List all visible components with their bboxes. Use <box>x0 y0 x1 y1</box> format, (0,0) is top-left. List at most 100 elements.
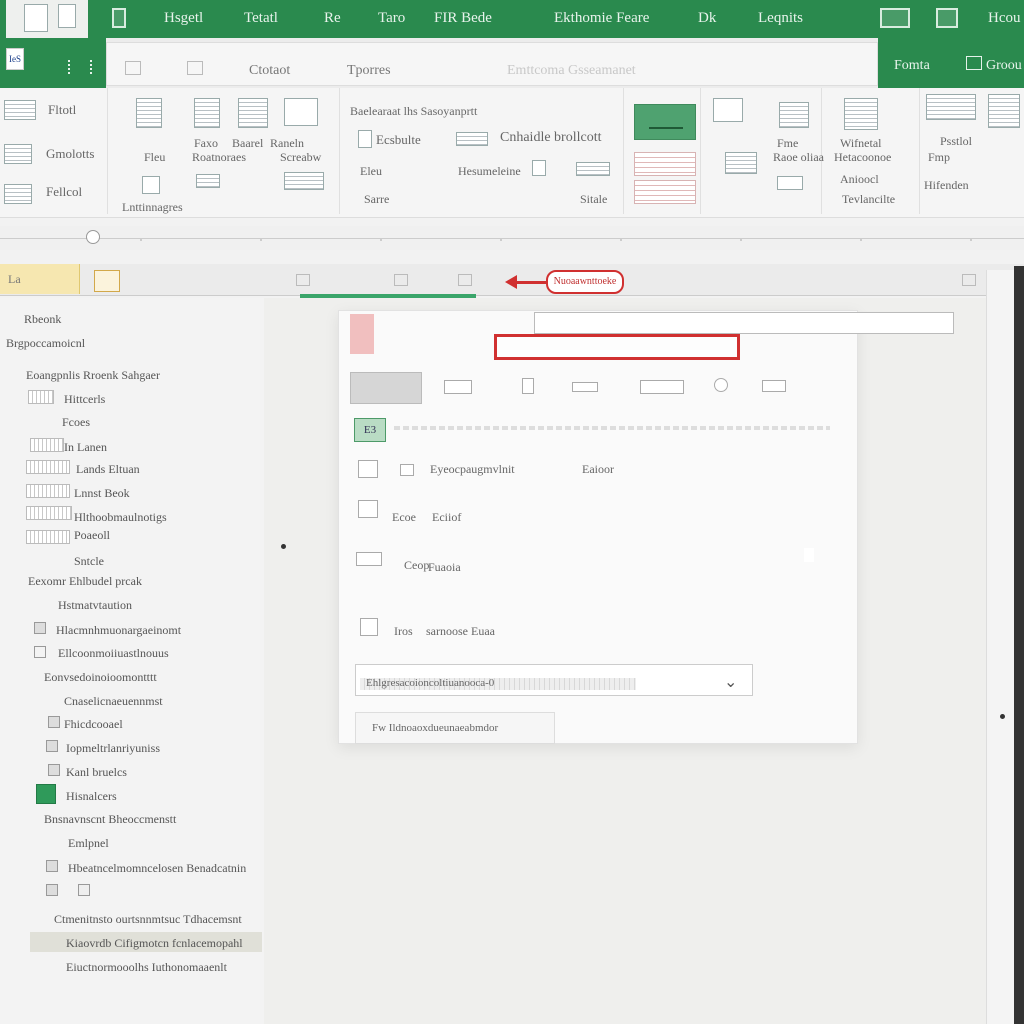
format-cells-icon[interactable] <box>779 102 809 128</box>
tab-data[interactable]: Taro <box>378 10 405 27</box>
list-item[interactable]: Emlpnel <box>68 836 109 851</box>
cells-label-b[interactable]: Raoe oliaa <box>773 150 824 165</box>
option-label[interactable]: sarnoose Euaa <box>426 624 495 639</box>
list-item[interactable]: In Lanen <box>64 440 107 455</box>
sparkline-icon[interactable] <box>196 174 220 188</box>
editing-label-a[interactable]: Wifnetal <box>840 136 882 151</box>
list-item-selected[interactable]: Kiaovrdb Cifigmotcn fcnlacemopahl <box>66 936 243 951</box>
table-icon[interactable] <box>966 56 982 70</box>
border-label[interactable]: Sarre <box>364 192 389 207</box>
bold-icon[interactable] <box>358 130 372 148</box>
ribbon-label-a[interactable]: Faxo <box>194 136 218 151</box>
tab-tools[interactable]: Tetatl <box>244 10 278 27</box>
list-item[interactable]: Fcoes <box>62 415 90 430</box>
list-item[interactable]: Hbeatncelmomncelosen Benadcatnin <box>68 861 246 876</box>
option-label[interactable]: Ceop <box>404 558 429 573</box>
insert-cells-icon[interactable] <box>713 98 743 122</box>
name-box[interactable]: La <box>0 264 80 294</box>
toolbar-icon[interactable] <box>640 380 684 394</box>
right-scroll-strip[interactable] <box>986 270 1014 1024</box>
option-icon[interactable] <box>400 464 414 476</box>
list-item[interactable]: Ellcoonmoiiuastlnouus <box>58 646 169 661</box>
filter-icon[interactable] <box>284 172 324 190</box>
save-icon[interactable] <box>112 8 126 28</box>
list-item[interactable]: Lnnst Beok <box>74 486 130 501</box>
formatting-label[interactable]: Emttcoma Gsseamanet <box>507 63 636 79</box>
font-size-label[interactable]: Eleu <box>360 164 382 179</box>
file-label-box[interactable]: IeS <box>6 48 24 70</box>
expand-icon[interactable] <box>962 274 976 286</box>
tab-home[interactable]: Hcou <box>988 10 1021 27</box>
dropdown-icon[interactable]: ⌄ <box>724 672 737 692</box>
tab-view[interactable]: Dk <box>698 10 716 27</box>
delete-cells-icon[interactable] <box>725 152 757 174</box>
list-item[interactable]: Hisnalcers <box>66 789 117 804</box>
list-item[interactable]: Hlacmnhmuonargaeinomt <box>56 623 181 638</box>
list-item[interactable]: Eexomr Ehlbudel prcak <box>28 574 142 589</box>
list-item[interactable]: Cnaselicnaeuennmst <box>64 694 163 709</box>
option-label[interactable]: Eciiof <box>432 510 461 525</box>
preview-box[interactable] <box>350 372 422 404</box>
editing-label-d[interactable]: Tevlancilte <box>842 192 895 207</box>
list-item[interactable]: Kanl bruelcs <box>66 765 127 780</box>
function-icon[interactable] <box>458 274 472 286</box>
table-style-label[interactable]: Gmolotts <box>46 146 94 162</box>
list-item[interactable]: Eonvsedoinoioomontttt <box>44 670 157 685</box>
list-item[interactable]: Ctmenitnsto ourtsnnmtsuc Tdhacemsnt <box>54 912 242 927</box>
option-icon[interactable] <box>358 460 378 478</box>
cancel-icon[interactable] <box>296 274 310 286</box>
format-table-style[interactable] <box>634 152 696 176</box>
ribbon-label-b[interactable]: Baarel <box>232 136 263 151</box>
selected-option-box[interactable]: E3 <box>354 418 386 442</box>
toolbar-icon[interactable] <box>522 378 534 394</box>
table-icon[interactable] <box>194 98 220 128</box>
tab-formulas[interactable]: Ekthomie Feare <box>554 10 649 27</box>
option-label[interactable]: Iros <box>394 624 413 639</box>
shape-icon[interactable] <box>284 98 318 126</box>
editing-label-c[interactable]: Anioocl <box>840 172 879 187</box>
copy-icon[interactable] <box>187 61 203 75</box>
fill-label[interactable]: Sitale <box>580 192 607 207</box>
format-tab[interactable]: Fomta <box>894 58 930 74</box>
insights-icon[interactable] <box>988 94 1020 128</box>
cells-label-a[interactable]: Fme <box>777 136 798 151</box>
group-tab[interactable]: Groou <box>986 58 1022 74</box>
cell-style-label[interactable]: Fellcol <box>46 184 82 200</box>
list-item[interactable]: Fhicdcooael <box>64 717 123 732</box>
analyze-icon[interactable] <box>926 94 976 120</box>
slider-knob[interactable] <box>86 230 100 244</box>
editing-label-b[interactable]: Hetacoonoe <box>834 150 891 165</box>
shapes-label[interactable]: Tporres <box>347 63 391 79</box>
option-icon[interactable] <box>356 552 382 566</box>
expand-icon[interactable] <box>30 598 42 610</box>
option-label[interactable]: Ecoe <box>392 510 416 525</box>
list-item[interactable]: Iopmeltrlanriyuniss <box>66 741 160 756</box>
toolbar-icon[interactable] <box>762 380 786 392</box>
toolbar-icon[interactable] <box>572 382 598 392</box>
tab-file-mode[interactable]: FIR Bede <box>434 10 492 27</box>
ribbon-label-e[interactable]: Roatnoraes <box>192 150 246 165</box>
table-style-icon[interactable] <box>4 144 32 164</box>
list-item[interactable]: Lands Eltuan <box>76 462 140 477</box>
border-icon[interactable] <box>576 162 610 176</box>
list-item[interactable]: Hstmatvtaution <box>58 598 132 613</box>
option-icon[interactable] <box>358 500 378 518</box>
content-label[interactable]: Ctotaot <box>249 63 290 79</box>
analyze-label-c[interactable]: Hifenden <box>924 178 969 193</box>
list-item[interactable]: Bnsnavnscnt Bheoccmenstt <box>44 812 176 827</box>
font-name[interactable]: Ecsbulte <box>376 132 421 148</box>
list-item[interactable]: Poaeoll <box>74 528 110 543</box>
ribbon-label-d[interactable]: Fleu <box>144 150 165 165</box>
ribbon-label-f[interactable]: Screabw <box>280 150 321 165</box>
analyze-label-b[interactable]: Fmp <box>928 150 950 165</box>
confirm-icon[interactable] <box>394 274 408 286</box>
cell-style-gallery[interactable] <box>634 180 696 204</box>
option-label[interactable]: Fuaoia <box>428 560 461 575</box>
picture-icon[interactable] <box>238 98 268 128</box>
tab-layout[interactable]: Leqnits <box>758 10 803 27</box>
font-color-icon[interactable] <box>532 160 546 176</box>
tab-insert[interactable]: Hsgetl <box>164 10 203 27</box>
clear-icon[interactable] <box>777 176 803 190</box>
toolbar-icon[interactable] <box>714 378 728 392</box>
sort-icon[interactable] <box>844 98 878 130</box>
